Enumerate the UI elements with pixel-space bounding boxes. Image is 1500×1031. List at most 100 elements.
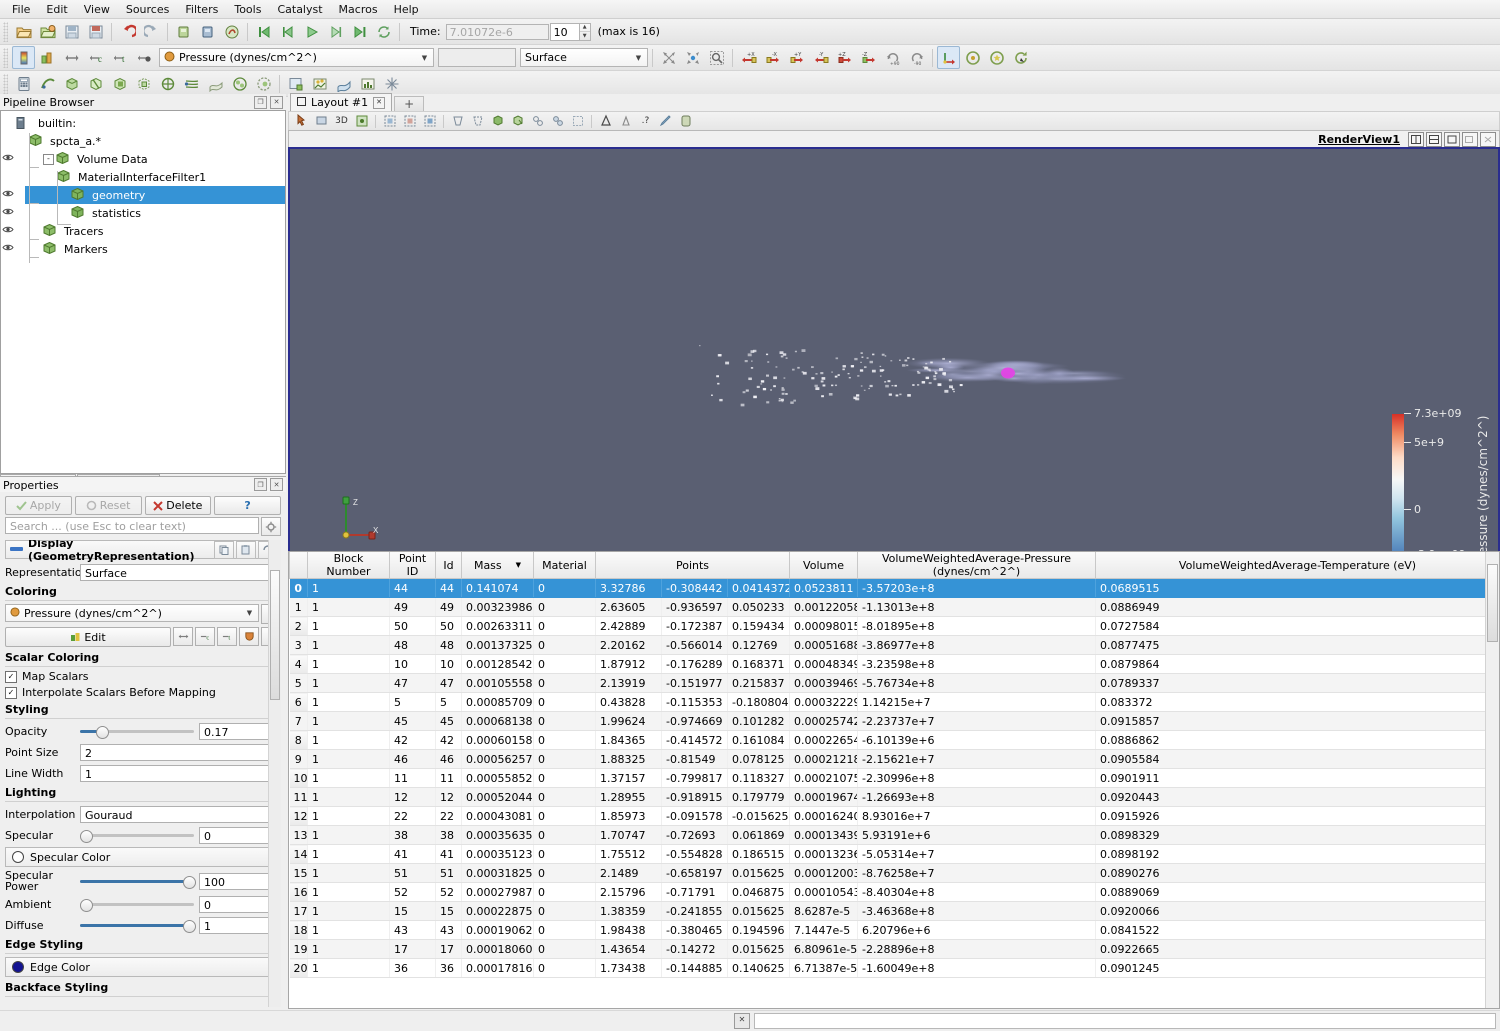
disconnect-icon[interactable] xyxy=(196,20,219,43)
cell-volume[interactable]: 0.000210751 xyxy=(789,768,859,788)
cell-point-id[interactable]: 49 xyxy=(389,597,436,617)
cell-pressure[interactable]: 6.20796e+6 xyxy=(857,920,1097,940)
cell-points-z[interactable]: 0.050233 xyxy=(727,597,791,617)
zoom-closest-icon[interactable] xyxy=(681,46,704,69)
split-horizontal-icon[interactable] xyxy=(1408,131,1424,147)
row-index[interactable]: 6 xyxy=(289,692,308,712)
menu-item-file[interactable]: File xyxy=(4,1,38,18)
layout-tab-close-icon[interactable]: ✕ xyxy=(373,96,386,109)
interpolate-scalars-checkbox[interactable]: ✓ xyxy=(5,686,17,699)
connect-icon[interactable] xyxy=(172,20,195,43)
cell-material[interactable]: 0 xyxy=(533,920,596,940)
cell-points-x[interactable]: 1.88325 xyxy=(595,749,662,769)
cell-points-z[interactable]: 0.159434 xyxy=(727,616,791,636)
specular-power-slider[interactable] xyxy=(80,874,196,889)
row-index[interactable]: 10 xyxy=(289,768,308,788)
rescale-custom-range-icon[interactable] xyxy=(60,46,83,69)
cell-point-id[interactable]: 41 xyxy=(389,844,436,864)
cell-material[interactable]: 0 xyxy=(533,578,596,598)
cell-points-z[interactable]: 0.140625 xyxy=(727,958,791,978)
cell-block-number[interactable]: 1 xyxy=(307,901,390,921)
column-header-point-id[interactable]: Point ID xyxy=(389,552,436,579)
rescale-temporal-button[interactable]: t xyxy=(217,627,237,646)
cell-pressure[interactable]: -1.13013e+8 xyxy=(857,597,1097,617)
table-row[interactable]: 15 1 51 51 0.000318253 0 2.1489 -0.658197 0.0156… xyxy=(289,863,1499,883)
select-points-icon[interactable] xyxy=(352,112,371,130)
shrink-selection-icon[interactable] xyxy=(616,112,635,130)
pipeline-item-materialinterfacefilter1[interactable]: MaterialInterfaceFilter1 xyxy=(1,168,285,186)
cell-volume[interactable]: 0.000483494 xyxy=(789,654,859,674)
cell-points-z[interactable]: 0.046875 xyxy=(727,882,791,902)
cell-block-number[interactable]: 1 xyxy=(307,730,390,750)
cell-points-x[interactable]: 1.70747 xyxy=(595,825,662,845)
extract-level-icon[interactable] xyxy=(252,72,275,95)
cell-block-number[interactable]: 1 xyxy=(307,749,390,769)
cell-mass[interactable]: 0.00323986 xyxy=(461,597,534,617)
cell-temperature[interactable]: 0.0905584 xyxy=(1095,749,1499,769)
cell-material[interactable]: 0 xyxy=(533,730,596,750)
cell-pressure[interactable]: -3.57203e+8 xyxy=(857,578,1097,598)
color-array-combo[interactable]: Pressure (dynes/cm^2^) ▼ xyxy=(159,48,434,67)
loop-icon[interactable] xyxy=(372,20,395,43)
cell-points-y[interactable]: -0.936597 xyxy=(661,597,728,617)
cell-material[interactable]: 0 xyxy=(533,958,596,978)
ambient-slider[interactable] xyxy=(80,897,194,912)
cell-temperature[interactable]: 0.0841522 xyxy=(1095,920,1499,940)
table-row[interactable]: 17 1 15 15 0.000228756 0 1.38359 -0.241855 0.015… xyxy=(289,901,1499,921)
cell-block-number[interactable]: 1 xyxy=(307,863,390,883)
menu-item-macros[interactable]: Macros xyxy=(331,1,386,18)
cell-point-id[interactable]: 22 xyxy=(389,806,436,826)
cell-mass[interactable]: 0.000356355 xyxy=(461,825,534,845)
table-row[interactable]: 6 1 5 5 0.000857096 0 0.43828 -0.115353 -0.18080… xyxy=(289,692,1499,712)
cell-points-x[interactable]: 2.13919 xyxy=(595,673,662,693)
table-row[interactable]: 14 1 41 41 0.000351236 0 1.75512 -0.554828 0.186… xyxy=(289,844,1499,864)
cell-points-y[interactable]: -0.566014 xyxy=(661,635,728,655)
row-index[interactable]: 12 xyxy=(289,806,308,826)
cell-points-z[interactable]: 0.015625 xyxy=(727,939,791,959)
cell-material[interactable]: 0 xyxy=(533,882,596,902)
color-legend[interactable]: 7.3e+095e+90-3.9e+09 Pressure (dynes/cm^… xyxy=(1392,407,1490,566)
cell-points-z[interactable]: 0.161084 xyxy=(727,730,791,750)
cell-temperature[interactable]: 0.0922665 xyxy=(1095,939,1499,959)
cell-mass[interactable]: 0.000279874 xyxy=(461,882,534,902)
cell-points-x[interactable]: 1.87912 xyxy=(595,654,662,674)
row-index[interactable]: 16 xyxy=(289,882,308,902)
cell-point-id[interactable]: 51 xyxy=(389,863,436,883)
rescale-data-range-icon[interactable] xyxy=(36,46,59,69)
cell-points-y[interactable]: -0.151977 xyxy=(661,673,728,693)
cell-points-z[interactable]: -0.180804 xyxy=(727,692,791,712)
frame-stepper[interactable]: 10 ▲ ▼ xyxy=(549,22,591,41)
cell-point-id[interactable]: 5 xyxy=(389,692,436,712)
cell-id[interactable]: 44 xyxy=(435,578,462,598)
interpolation-value[interactable]: Gouraud xyxy=(80,805,281,823)
cell-volume[interactable]: 0.00122058 xyxy=(789,597,859,617)
cell-points-x[interactable]: 1.99624 xyxy=(595,711,662,731)
properties-undock-icon[interactable]: ❐ xyxy=(254,478,267,491)
cell-pressure[interactable]: -2.30996e+8 xyxy=(857,768,1097,788)
last-frame-icon[interactable] xyxy=(348,20,371,43)
cell-material[interactable]: 0 xyxy=(533,844,596,864)
menu-item-filters[interactable]: Filters xyxy=(177,1,226,18)
cell-volume[interactable]: 7.1447e-5 xyxy=(789,920,859,940)
rescale-visible-range-icon[interactable]: t xyxy=(108,46,131,69)
table-row[interactable]: 20 1 36 36 0.000178165 0 1.73438 -0.144885 0.140… xyxy=(289,958,1499,978)
pick-center-icon[interactable] xyxy=(985,46,1008,69)
view-3d-label[interactable]: 3D xyxy=(332,112,351,130)
cell-point-id[interactable]: 50 xyxy=(389,616,436,636)
center-axes-icon[interactable] xyxy=(937,46,960,69)
cell-material[interactable]: 0 xyxy=(533,787,596,807)
cell-point-id[interactable]: 17 xyxy=(389,939,436,959)
cell-id[interactable]: 42 xyxy=(435,730,462,750)
cell-mass[interactable]: 0.00019062 xyxy=(461,920,534,940)
redo-icon[interactable] xyxy=(140,20,163,43)
selection-help-icon[interactable]: .? xyxy=(636,112,655,130)
column-header-volumeweightedaverage-pressure-dynes-cm-2[interactable]: VolumeWeightedAverage-Pressure (dynes/cm… xyxy=(857,552,1097,579)
cell-temperature[interactable]: 0.083372 xyxy=(1095,692,1499,712)
row-index[interactable]: 0 xyxy=(289,578,308,598)
cell-material[interactable]: 0 xyxy=(533,825,596,845)
cell-points-x[interactable]: 1.75512 xyxy=(595,844,662,864)
cell-volume[interactable]: 0.000196749 xyxy=(789,787,859,807)
pipeline-browser[interactable]: builtin: spcta_a.* - Volume Data MaterialInt… xyxy=(0,110,286,474)
cell-mass[interactable]: 0.00105558 xyxy=(461,673,534,693)
diffuse-slider[interactable] xyxy=(80,918,196,933)
